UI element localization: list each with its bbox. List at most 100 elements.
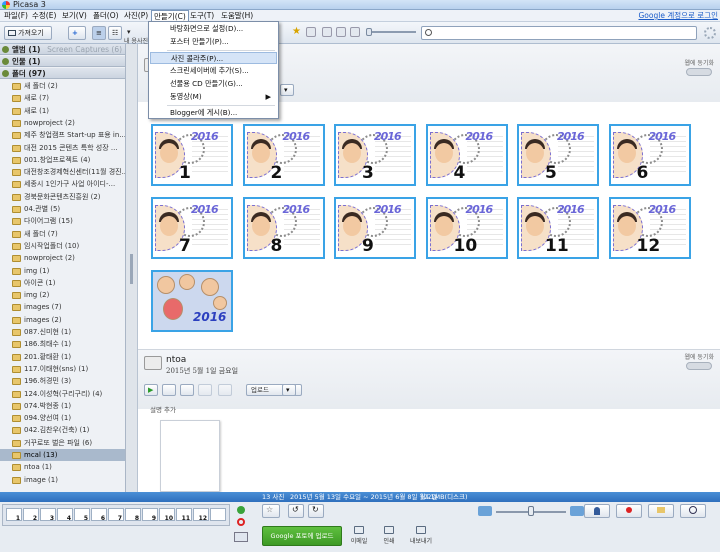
tray-thumbnail[interactable] xyxy=(210,508,226,521)
album-icon[interactable] xyxy=(234,532,248,542)
section-folders[interactable]: 폴더 (97) xyxy=(0,68,125,79)
section-people[interactable]: 인물 (1) xyxy=(0,56,125,67)
search-box[interactable] xyxy=(421,26,697,40)
sidebar-folder-item[interactable]: 087.신미현 (1) xyxy=(0,326,125,338)
sidebar-folder-item[interactable]: 경북문화콘텐츠진흥원 (2) xyxy=(0,191,125,203)
tray-thumbnail[interactable]: 3 xyxy=(40,508,56,522)
tray-thumbnail[interactable]: 6 xyxy=(91,508,107,522)
calendar-thumbnail[interactable]: 2016 9 xyxy=(334,197,416,259)
sync-toggle[interactable] xyxy=(686,68,712,76)
collapse-icon[interactable] xyxy=(2,70,9,77)
sidebar-folder-item[interactable]: 124.이성혁(구리구리) (4) xyxy=(0,388,125,400)
add-caption-label[interactable]: 설명 추가 xyxy=(150,404,176,414)
sidebar-folder-item[interactable]: images (7) xyxy=(0,301,125,313)
upload-filter-icon[interactable] xyxy=(350,27,360,37)
tray-thumbnail[interactable]: 7 xyxy=(108,508,124,522)
calendar-thumbnail[interactable]: 2016 11 xyxy=(517,197,599,259)
print-button[interactable]: 인쇄 xyxy=(374,526,404,546)
collapse-icon[interactable] xyxy=(2,58,9,65)
date-slider-track[interactable] xyxy=(366,31,416,33)
sidebar-folder-item[interactable]: 201.황태환 (1) xyxy=(0,351,125,363)
tray-thumbnail[interactable]: 9 xyxy=(142,508,158,522)
tags-button[interactable] xyxy=(648,504,674,518)
places-button[interactable] xyxy=(616,504,642,518)
sidebar-folder-item[interactable]: nowproject (2) xyxy=(0,252,125,264)
play-slideshow-button[interactable]: ▶ xyxy=(144,384,158,396)
calendar-thumbnail[interactable]: 2016 5 xyxy=(517,124,599,186)
sidebar-folder-item[interactable]: 196.허경민 (3) xyxy=(0,375,125,387)
sidebar-folder-item[interactable]: mcal (13) xyxy=(0,449,125,462)
star-filter-icon[interactable]: ★ xyxy=(292,27,302,37)
calendar-thumbnail[interactable]: 2016 3 xyxy=(334,124,416,186)
menu-item-blogger[interactable]: Blogger에 게시(B)... xyxy=(150,107,277,119)
import-button[interactable]: 가져오기 xyxy=(4,26,52,40)
rotate-right-button[interactable]: ↻ xyxy=(308,504,324,518)
sidebar-folder-item[interactable]: 새 폴더 (7) xyxy=(0,228,125,240)
sidebar-folder-item[interactable]: 새로 (7) xyxy=(0,92,125,104)
menu-item-screensaver[interactable]: 스크린세이버에 추가(S)... xyxy=(150,65,277,77)
sidebar-folder-item[interactable]: 대전창조경제혁신센터(11월 경진... xyxy=(0,166,125,178)
menu-folder[interactable]: 폴더(O) xyxy=(91,10,121,22)
menu-photo[interactable]: 사진(P) xyxy=(122,10,150,22)
sidebar-folder-item[interactable]: 다이어그램 (15) xyxy=(0,215,125,227)
hold-icon[interactable] xyxy=(237,506,245,514)
calendar-thumbnail[interactable]: 2016 8 xyxy=(242,197,325,259)
star-button[interactable] xyxy=(198,384,212,396)
tray-thumbnail[interactable]: 10 xyxy=(159,508,175,522)
thumbnail-size-handle[interactable] xyxy=(528,506,534,516)
menu-item-movie[interactable]: 동영상(M) ▶ xyxy=(150,91,277,103)
more-dropdown[interactable]: ▾ xyxy=(280,84,294,96)
collapse-icon[interactable] xyxy=(2,46,9,53)
sidebar-folder-item[interactable]: 대전 2015 콘텐츠 특학 성장 ... xyxy=(0,142,125,154)
splitter-grip[interactable] xyxy=(130,254,133,284)
collage-thumbnail[interactable]: 2016 xyxy=(151,270,233,332)
sidebar-folder-item[interactable]: 새로 (1) xyxy=(0,105,125,117)
calendar-thumbnail[interactable]: 2016 6 xyxy=(608,124,691,186)
sidebar-folder-item[interactable]: img (2) xyxy=(0,289,125,301)
calendar-thumbnail[interactable]: 2016 12 xyxy=(608,197,691,259)
section-albums[interactable]: 앨범 (1) Screen Captures (6) xyxy=(0,44,125,55)
sidebar-splitter[interactable] xyxy=(126,44,138,492)
sidebar-folder-item[interactable]: 186.최태수 (1) xyxy=(0,338,125,350)
photo-thumbnail[interactable] xyxy=(160,420,220,492)
collage-button[interactable] xyxy=(162,384,176,396)
people-filter-icon[interactable] xyxy=(322,27,332,37)
google-signin-link[interactable]: Google 계정으로 로그인 xyxy=(638,10,718,22)
sidebar-folder-item[interactable]: 001.창업프로젝트 (4) xyxy=(0,154,125,166)
movie-button[interactable] xyxy=(180,384,194,396)
calendar-thumbnail[interactable]: 2016 7 xyxy=(151,197,233,259)
sidebar-folder-item[interactable]: img (1) xyxy=(0,265,125,277)
calendar-thumbnail[interactable]: 2016 10 xyxy=(425,197,508,259)
menu-view[interactable]: 보기(V) xyxy=(60,10,89,22)
sidebar-folder-item[interactable]: 117.이태현(sns) (1) xyxy=(0,363,125,375)
people-button[interactable] xyxy=(584,504,610,518)
menu-file[interactable]: 파일(F) xyxy=(2,10,30,22)
list-view-button[interactable]: ≡ xyxy=(92,26,106,40)
sidebar-folder-item[interactable]: 거꾸로또 벌은 파일 (6) xyxy=(0,437,125,449)
sidebar-folder-item[interactable]: 임시작업폴더 (10) xyxy=(0,240,125,252)
upload-google-photos-button[interactable]: Google 포토에 업로드 xyxy=(262,526,342,546)
sidebar-folder-item[interactable]: 042.김찬우(건축) (1) xyxy=(0,424,125,436)
info-button[interactable] xyxy=(680,504,706,518)
sidebar-folder-item[interactable]: 새 폴더 (2) xyxy=(0,80,125,92)
sidebar-folder-item[interactable]: 제주 창업캠프 Start-up 표용 in... xyxy=(0,129,125,141)
calendar-thumbnail[interactable]: 2016 2 xyxy=(242,124,325,186)
tray-thumbnail[interactable]: 2 xyxy=(23,508,39,522)
video-filter-icon[interactable] xyxy=(306,27,316,37)
tray-thumbnail[interactable]: 12 xyxy=(193,508,209,522)
export-button[interactable]: 내보내기 xyxy=(406,526,436,546)
tray-thumbnail[interactable]: 4 xyxy=(57,508,73,522)
star-tray-button[interactable]: ☆ xyxy=(262,504,280,518)
sync-toggle[interactable] xyxy=(686,362,712,370)
gear-icon[interactable] xyxy=(704,27,716,39)
date-slider-handle[interactable] xyxy=(366,28,372,36)
tray-thumbnail[interactable]: 5 xyxy=(74,508,90,522)
calendar-thumbnail[interactable]: 2016 1 xyxy=(151,124,233,186)
menu-item-photo-collage[interactable]: 사진 콜라주(P)... xyxy=(150,52,277,64)
add-to-album-button[interactable]: + xyxy=(68,26,86,40)
save-button[interactable] xyxy=(218,384,232,396)
rotate-left-button[interactable]: ↺ xyxy=(288,504,304,518)
email-button[interactable]: 이메일 xyxy=(344,526,374,546)
folder-name[interactable]: ntoa xyxy=(166,355,186,365)
tree-view-button[interactable]: ☷ xyxy=(108,26,122,40)
